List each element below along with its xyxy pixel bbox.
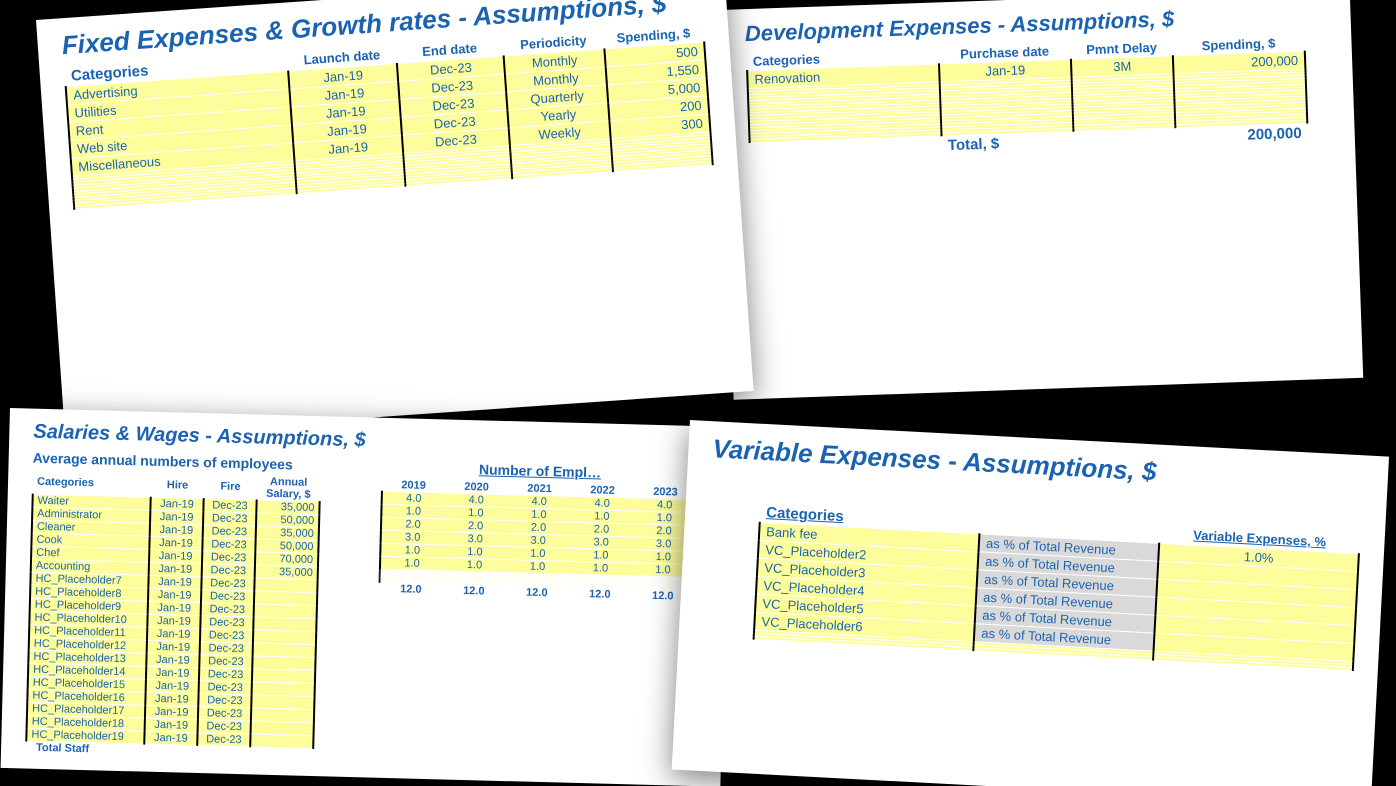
sal-right-table: 20192020202120222023 4.04.04.04.04.01.01… [378, 479, 698, 603]
development-expenses-sheet: Development Expenses - Assumptions, $ Ca… [720, 0, 1363, 400]
sal-row-fire: Dec-23 [197, 733, 250, 747]
salaries-wages-sheet: Salaries & Wages - Assumptions, $ Averag… [1, 408, 730, 786]
sal-total-cell: 12.0 [442, 584, 505, 598]
sal-row-fire: Dec-23 [202, 538, 255, 552]
sal-fire-header: Fire [204, 474, 258, 500]
sal-row-fire: Dec-23 [200, 642, 253, 656]
fixed-expenses-sheet: Fixed Expenses & Growth rates - Assumpti… [36, 0, 754, 439]
variable-expenses-sheet: Variable Expenses - Assumptions, $ Categ… [672, 420, 1389, 786]
sal-salary-header: Annual Salary, $ [257, 475, 321, 501]
sal-row-fire: Dec-23 [199, 681, 252, 695]
sal-row-fire: Dec-23 [201, 577, 254, 591]
sal-row-fire: Dec-23 [200, 629, 253, 643]
sal-row-fire: Dec-23 [199, 668, 252, 682]
sal-categories-header: Categories [33, 470, 152, 498]
sal-total-cell: 12.0 [568, 587, 631, 601]
dev-table: Categories Purchase date Pmnt Delay Spen… [746, 34, 1309, 162]
dev-total-value: 200,000 [1175, 123, 1308, 147]
sal-hire-header: Hire [151, 473, 205, 499]
sal-row-fire: Dec-23 [198, 720, 251, 734]
sal-avg-label: Average annual numbers of employees [32, 450, 321, 474]
sal-row-fire: Dec-23 [200, 616, 253, 630]
sal-total-cell: 12.0 [379, 582, 442, 596]
sal-row-fire: Dec-23 [201, 603, 254, 617]
sal-row-fire: Dec-23 [202, 551, 255, 565]
sal-total-staff-label: Total Staff [26, 741, 144, 757]
sal-row-fire: Dec-23 [203, 499, 256, 513]
sal-row-fire: Dec-23 [199, 655, 252, 669]
sal-row-fire: Dec-23 [198, 707, 251, 721]
sal-row-fire: Dec-23 [198, 694, 251, 708]
sal-left-table: Categories Hire Fire Annual Salary, $ Wa… [25, 470, 321, 761]
sal-row-fire: Dec-23 [203, 525, 256, 539]
sal-row-fire: Dec-23 [201, 590, 254, 604]
sal-total-cell: 12.0 [505, 586, 568, 600]
sal-row-fire: Dec-23 [203, 512, 256, 526]
sal-row-fire: Dec-23 [202, 564, 255, 578]
